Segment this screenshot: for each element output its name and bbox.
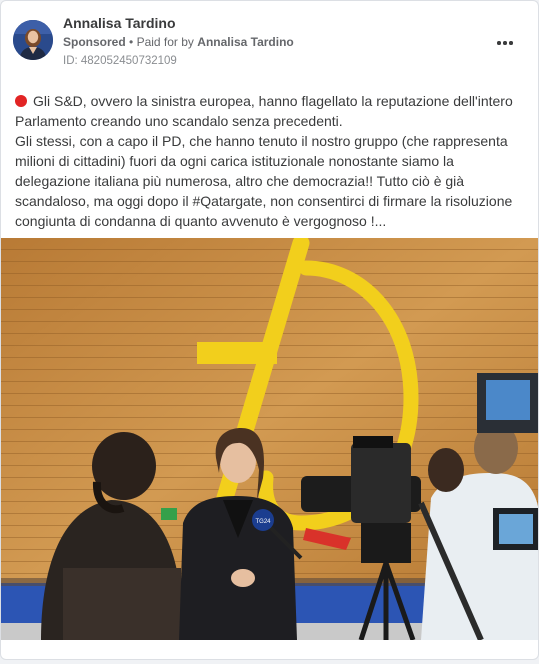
press-interview-image: TG24 (1, 238, 538, 640)
mic-label: TG24 (255, 519, 271, 525)
author-name[interactable]: Annalisa Tardino (63, 15, 176, 31)
post-header: Annalisa Tardino Sponsored • Paid for by… (13, 13, 526, 69)
post-text: Gli S&D, ovvero la sinistra europea, han… (15, 91, 527, 231)
post-paragraph-2: Gli stessi, con a capo il PD, che hanno … (15, 133, 513, 229)
ad-id: ID: 482052450732109 (63, 55, 177, 67)
post-photo[interactable]: TG24 (1, 238, 538, 640)
meta-separator: • (129, 35, 134, 49)
more-options-button[interactable] (492, 33, 518, 53)
sponsored-label: Sponsored (63, 35, 126, 49)
more-horizontal-icon (497, 41, 513, 45)
avatar-portrait-icon (13, 20, 53, 60)
post-paragraph-1-text: Gli S&D, ovvero la sinistra europea, han… (15, 93, 513, 129)
sponsored-meta: Sponsored • Paid for by Annalisa Tardino (63, 35, 294, 49)
sponsored-post-card: Annalisa Tardino Sponsored • Paid for by… (0, 0, 539, 660)
paid-for-prefix: Paid for by (136, 35, 194, 49)
paid-by-name: Annalisa Tardino (197, 35, 294, 49)
author-avatar[interactable] (13, 20, 53, 60)
red-circle-icon (15, 95, 27, 107)
post-paragraph-1: Gli S&D, ovvero la sinistra europea, han… (15, 91, 527, 131)
